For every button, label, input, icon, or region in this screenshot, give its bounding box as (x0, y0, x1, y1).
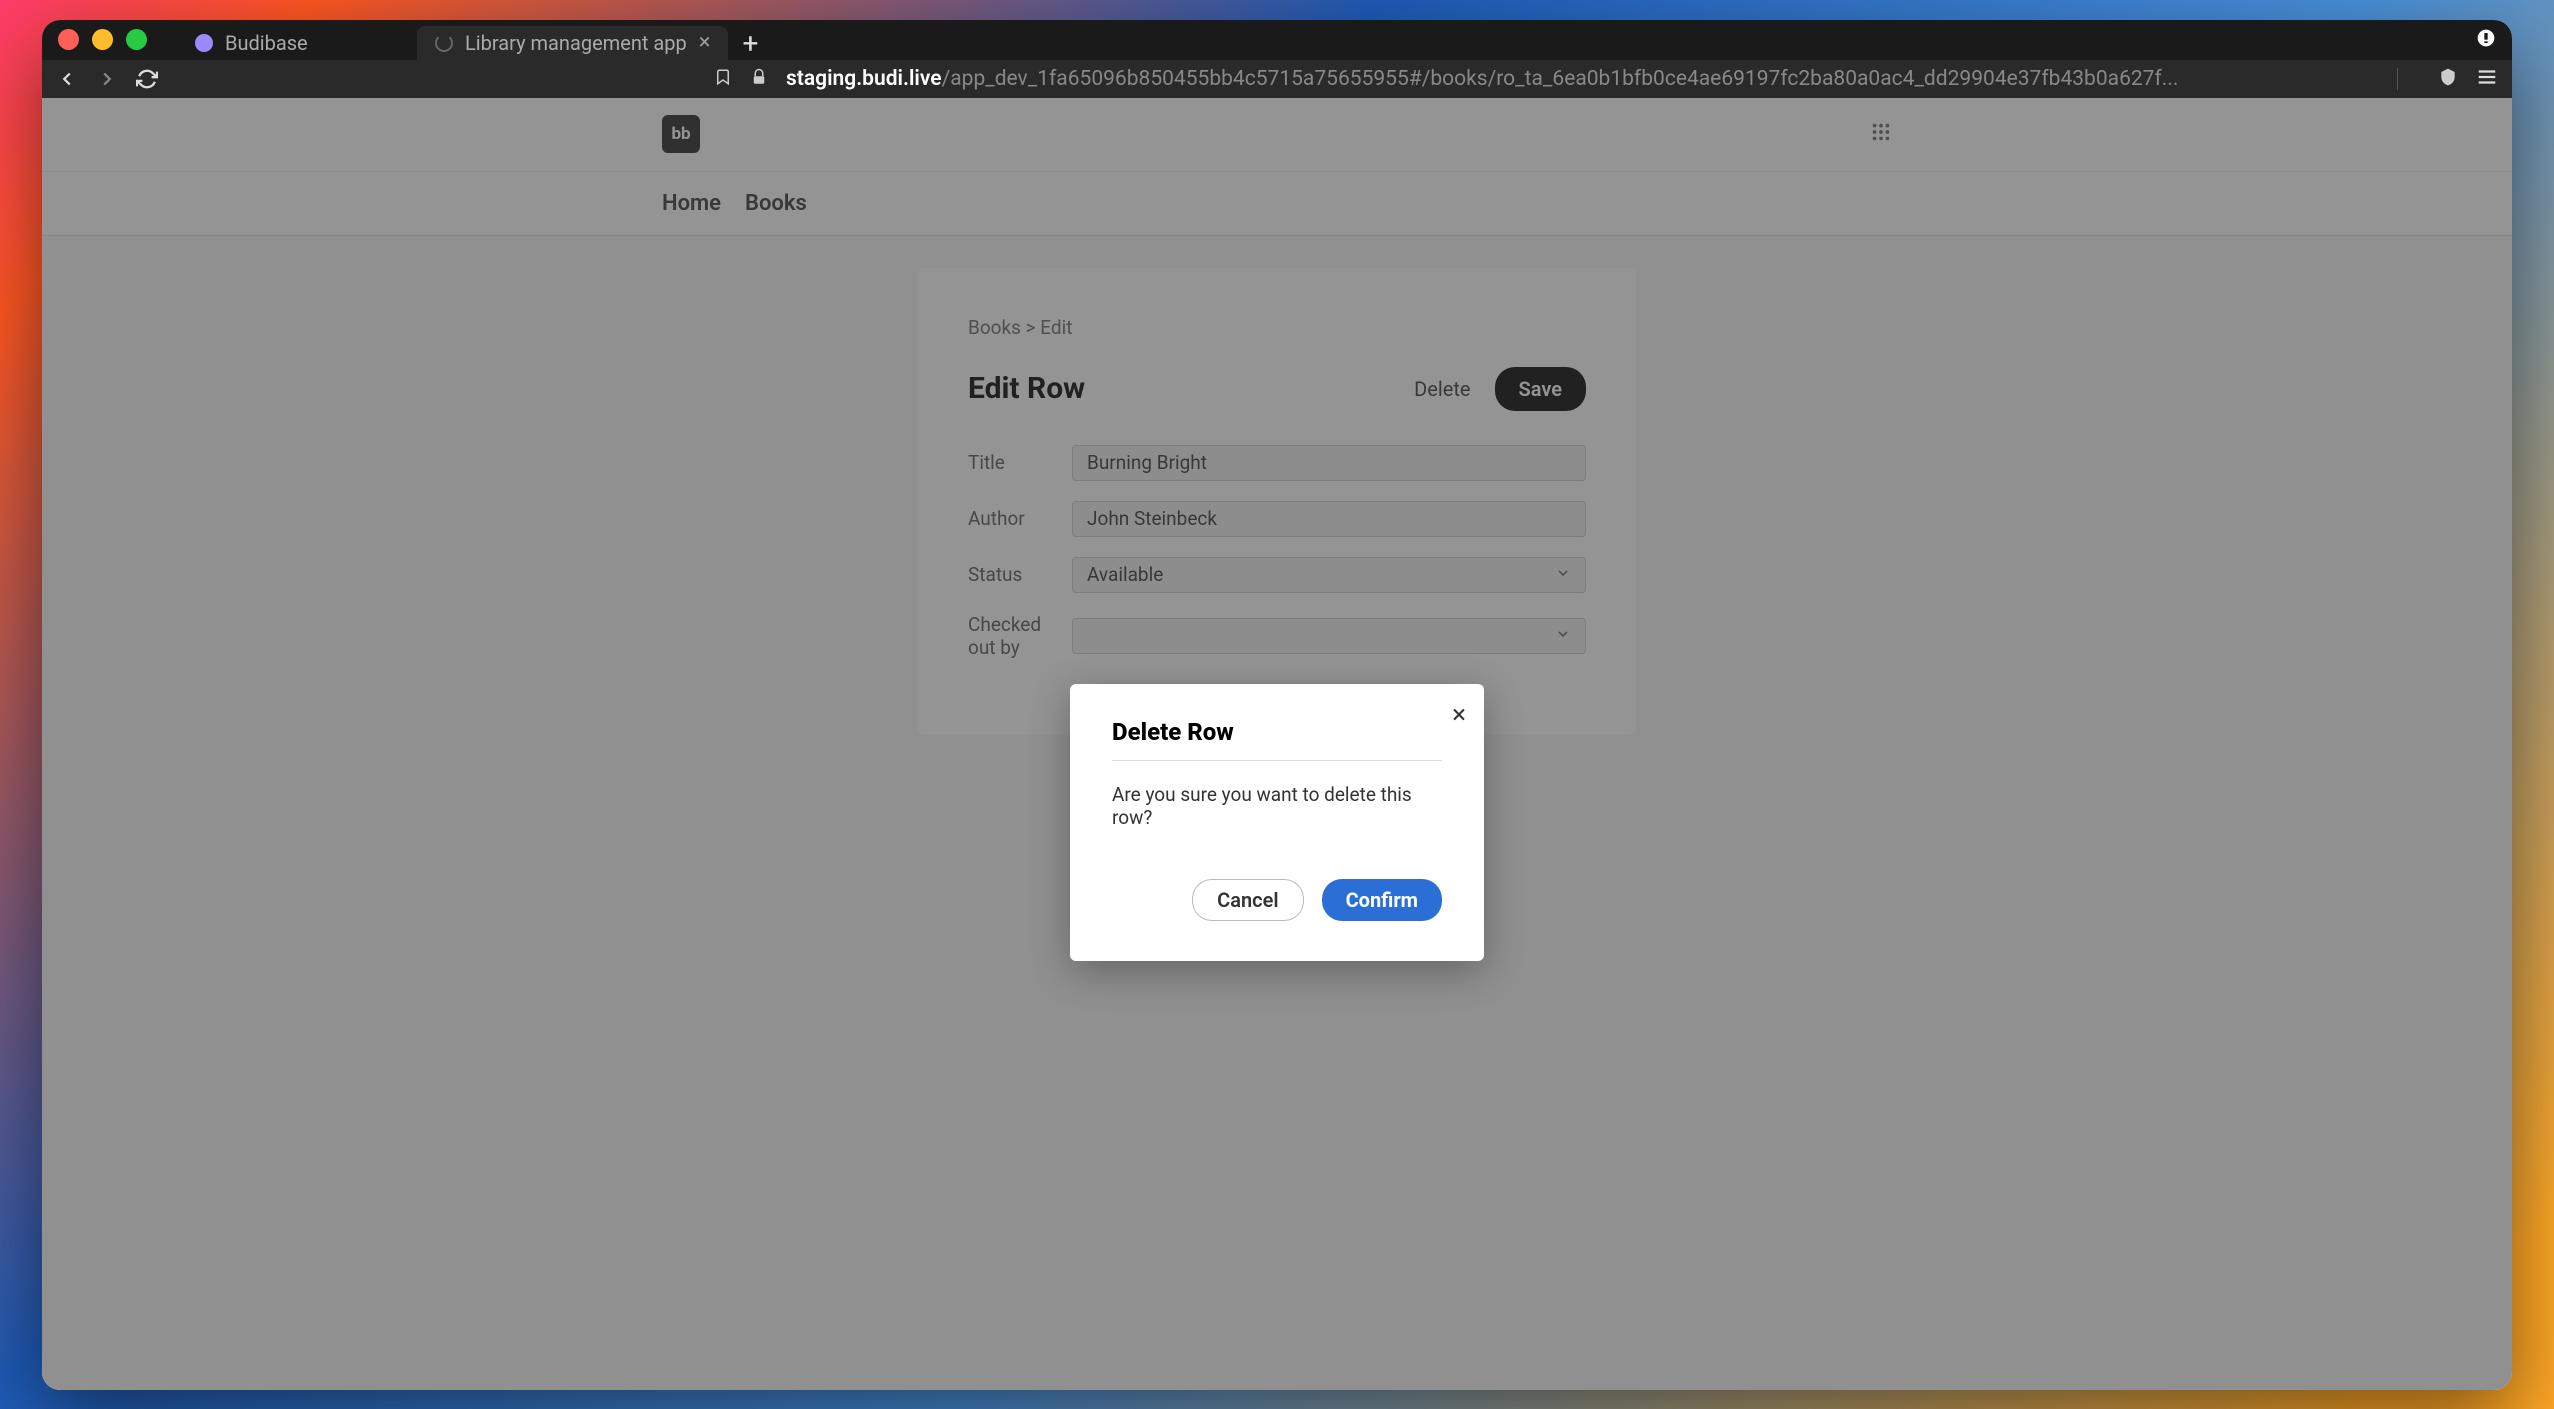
favicon-icon (195, 34, 213, 52)
new-tab-button[interactable]: + (728, 27, 772, 60)
url-bar: staging.budi.live/app_dev_1fa65096b85045… (42, 60, 2512, 98)
modal-footer: Cancel Confirm (1112, 879, 1442, 921)
traffic-lights (58, 29, 147, 50)
tab-budibase[interactable]: Budibase (177, 26, 417, 60)
window-close-button[interactable] (58, 29, 79, 50)
browser-window: Budibase Library management app × + (42, 20, 2512, 1390)
back-button[interactable] (56, 68, 78, 90)
tabs-row: Budibase Library management app × + (177, 20, 2476, 60)
tab-close-icon[interactable]: × (699, 30, 711, 55)
url-divider (2397, 68, 2398, 90)
url-text[interactable]: staging.budi.live/app_dev_1fa65096b85045… (786, 67, 2369, 91)
forward-button[interactable] (96, 68, 118, 90)
tab-label: Budibase (225, 31, 308, 55)
extension-icon[interactable] (2476, 28, 2496, 52)
shield-icon[interactable] (2438, 67, 2458, 91)
tab-library-app[interactable]: Library management app × (417, 26, 728, 60)
cancel-button[interactable]: Cancel (1192, 879, 1303, 921)
hamburger-menu-icon[interactable] (2476, 66, 2498, 92)
lock-icon[interactable] (750, 68, 768, 90)
delete-modal: × Delete Row Are you sure you want to de… (1070, 684, 1484, 961)
modal-body: Are you sure you want to delete this row… (1112, 783, 1442, 829)
modal-overlay[interactable]: × Delete Row Are you sure you want to de… (42, 98, 2512, 1390)
bookmark-icon[interactable] (714, 68, 732, 90)
confirm-button[interactable]: Confirm (1322, 879, 1442, 921)
viewport: bb Home Books Books > Edit Edit Row Dele… (42, 98, 2512, 1390)
window-maximize-button[interactable] (126, 29, 147, 50)
title-bar: Budibase Library management app × + (42, 20, 2512, 60)
reload-button[interactable] (136, 68, 158, 90)
url-host: staging.budi.live (786, 67, 942, 91)
tab-label: Library management app (465, 31, 687, 55)
loading-spinner-icon (435, 34, 453, 52)
close-icon[interactable]: × (1452, 702, 1466, 728)
modal-title: Delete Row (1112, 718, 1442, 761)
url-path: /app_dev_1fa65096b850455bb4c5715a7565595… (942, 67, 2179, 91)
window-minimize-button[interactable] (92, 29, 113, 50)
